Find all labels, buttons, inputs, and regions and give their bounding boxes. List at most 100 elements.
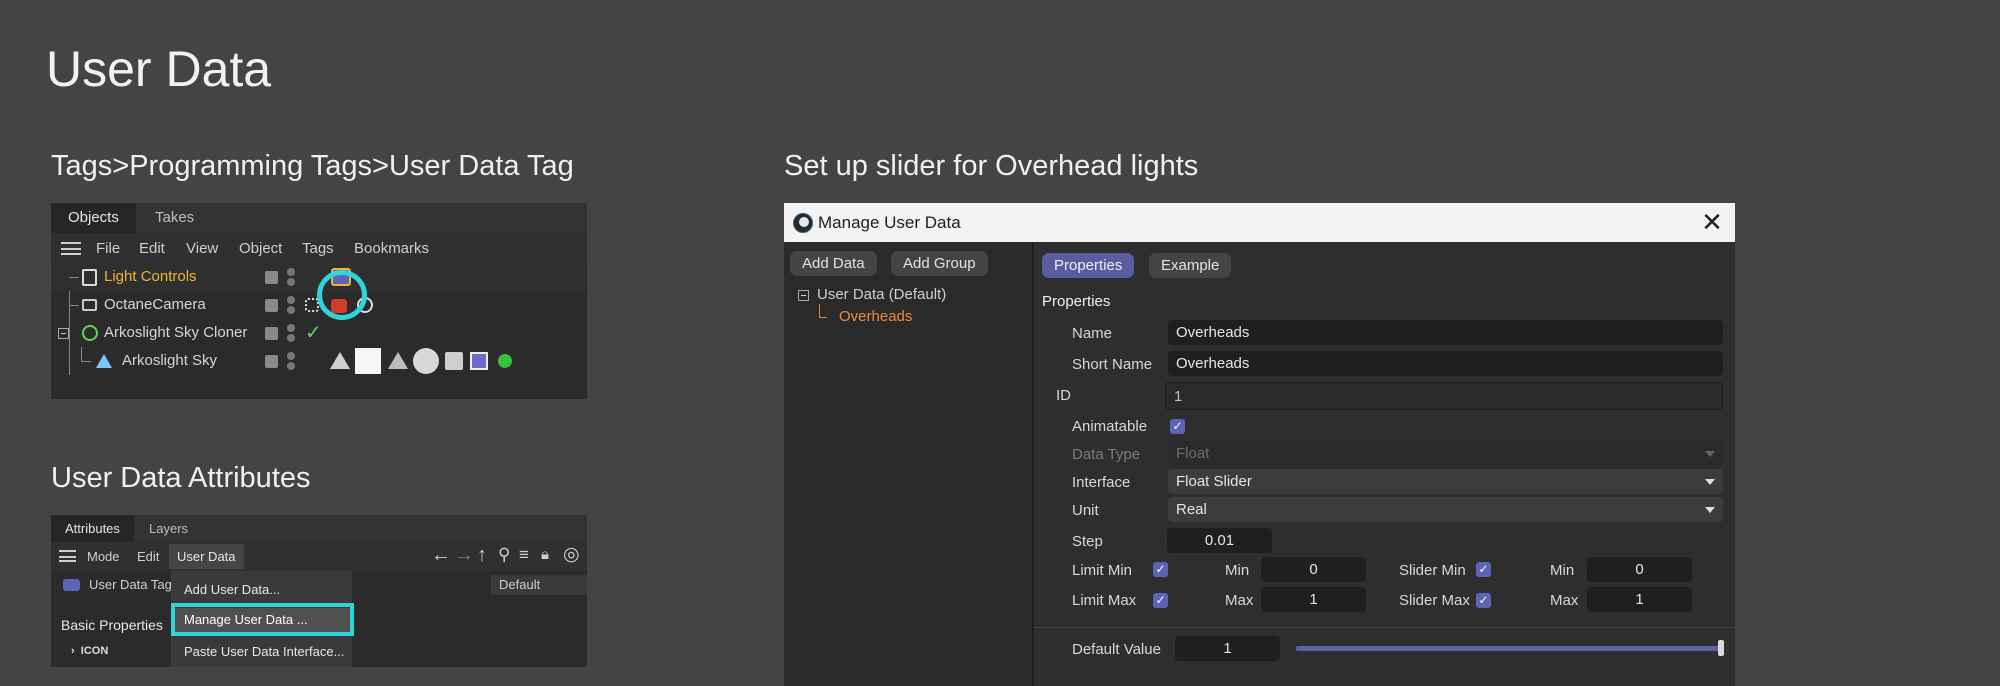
tab-example[interactable]: Example: [1149, 253, 1232, 278]
visibility-toggle-icon[interactable]: [265, 355, 278, 368]
null-object-icon: [82, 269, 97, 286]
tree-item-overheads[interactable]: Overheads: [839, 308, 912, 325]
target-icon[interactable]: ◎: [563, 543, 580, 566]
slider-max-checkbox[interactable]: ✓: [1476, 593, 1491, 608]
tree-item-user-data-root[interactable]: User Data (Default): [817, 286, 946, 303]
tab-layers[interactable]: Layers: [135, 515, 202, 542]
slider-min-min-label: Min: [1550, 562, 1575, 579]
section-title-slider: Set up slider for Overhead lights: [784, 150, 1199, 182]
cinema4d-logo-icon: [793, 213, 813, 233]
animatable-label: Animatable: [1072, 418, 1148, 435]
slider-min-checkbox[interactable]: ✓: [1476, 562, 1491, 577]
forward-arrow-icon[interactable]: →: [454, 544, 474, 567]
material-sphere-icon[interactable]: [413, 348, 439, 374]
menu-mode[interactable]: Mode: [87, 549, 120, 564]
tab-properties[interactable]: Properties: [1042, 253, 1135, 278]
texture-tag-icon[interactable]: [445, 352, 463, 370]
data-type-label: Data Type: [1072, 446, 1141, 463]
menu-edit[interactable]: Edit: [137, 549, 159, 564]
object-label: OctaneCamera: [104, 296, 206, 313]
dialog-title: Manage User Data: [818, 213, 961, 232]
lock-icon[interactable]: 🔒︎: [541, 546, 549, 563]
default-value-slider[interactable]: [1296, 640, 1724, 656]
menu-bookmarks[interactable]: Bookmarks: [354, 240, 429, 257]
properties-heading: Properties: [1042, 293, 1111, 310]
material-tag-icon[interactable]: [330, 352, 350, 369]
tab-takes[interactable]: Takes: [138, 203, 211, 233]
object-row-arkoslight-sky-cloner[interactable]: Arkoslight Sky Cloner ✓: [51, 319, 587, 347]
hamburger-menu-icon[interactable]: [59, 550, 76, 562]
chevron-right-icon: ›: [71, 645, 75, 657]
texture-tag-icon[interactable]: [470, 352, 488, 370]
menu-tags[interactable]: Tags: [302, 240, 334, 257]
basic-properties-label[interactable]: Basic Properties: [61, 617, 163, 633]
object-label: Arkoslight Sky Cloner: [104, 324, 248, 341]
collapse-icon[interactable]: [58, 328, 69, 339]
menu-edit[interactable]: Edit: [139, 240, 165, 257]
visibility-toggle-icon[interactable]: [265, 327, 278, 340]
material-tag-icon[interactable]: [355, 348, 381, 374]
render-dots-icon[interactable]: [287, 352, 295, 370]
filter-icon[interactable]: ≡: [519, 545, 529, 565]
hamburger-menu-icon[interactable]: [61, 242, 81, 255]
back-arrow-icon[interactable]: ←: [431, 544, 451, 567]
render-dots-icon[interactable]: [287, 296, 295, 314]
name-label: Name: [1072, 325, 1113, 342]
collapse-icon[interactable]: [798, 290, 809, 301]
search-icon[interactable]: ⚲: [498, 545, 510, 565]
up-arrow-icon[interactable]: ↑: [477, 544, 487, 567]
menu-item-paste-user-data-interface[interactable]: Paste User Data Interface...: [184, 644, 344, 659]
default-value-field[interactable]: 1: [1175, 636, 1280, 661]
add-data-button[interactable]: Add Data: [790, 251, 877, 276]
enabled-check-icon[interactable]: ✓: [305, 319, 322, 347]
tree-branch: [81, 347, 82, 361]
material-tag-icon[interactable]: [388, 352, 408, 369]
slider-max-field[interactable]: 1: [1587, 587, 1692, 612]
render-dots-icon[interactable]: [287, 268, 295, 286]
mode-selector[interactable]: Default: [491, 575, 587, 595]
unit-select[interactable]: Real: [1168, 497, 1723, 522]
tab-objects[interactable]: Objects: [51, 203, 136, 233]
objects-menubar: File Edit View Object Tags Bookmarks: [51, 233, 587, 263]
attributes-tab-bar: Attributes Layers: [51, 515, 587, 542]
icon-section-label[interactable]: › ICON: [71, 645, 108, 657]
objects-tab-bar: Objects Takes: [51, 203, 587, 233]
attributes-panel: Attributes Layers Mode Edit User Data ← …: [51, 515, 587, 667]
limit-min-label: Limit Min: [1072, 562, 1133, 579]
interface-select[interactable]: Float Slider: [1168, 469, 1723, 494]
menu-user-data[interactable]: User Data: [169, 544, 244, 569]
animatable-checkbox[interactable]: ✓: [1170, 419, 1185, 434]
close-icon[interactable]: ✕: [1697, 207, 1727, 237]
menu-object[interactable]: Object: [239, 240, 282, 257]
slide-title: User Data: [46, 41, 272, 97]
data-type-select: Float: [1168, 441, 1723, 466]
limit-min-field[interactable]: 0: [1261, 557, 1366, 582]
step-field[interactable]: 0.01: [1167, 528, 1272, 553]
dialog-titlebar: Manage User Data ✕: [784, 203, 1735, 242]
add-group-button[interactable]: Add Group: [891, 251, 988, 276]
attributes-menubar: Mode Edit User Data ← → ↑ ⚲ ≡ 🔒︎ ◎: [51, 542, 587, 571]
visibility-toggle-icon[interactable]: [265, 299, 278, 312]
limit-max-field[interactable]: 1: [1261, 587, 1366, 612]
light-tag-icon[interactable]: [498, 354, 512, 368]
limit-max-checkbox[interactable]: ✓: [1153, 593, 1168, 608]
slider-min-label: Slider Min: [1399, 562, 1466, 579]
short-name-field[interactable]: Overheads: [1168, 351, 1723, 376]
menu-file[interactable]: File: [96, 240, 120, 257]
menu-view[interactable]: View: [186, 240, 218, 257]
interface-value: Float Slider: [1176, 473, 1252, 490]
slider-min-field[interactable]: 0: [1587, 557, 1692, 582]
user-data-tree-pane: Add Data Add Group User Data (Default) O…: [784, 242, 1034, 686]
visibility-toggle-icon[interactable]: [265, 271, 278, 284]
menu-item-add-user-data[interactable]: Add User Data...: [184, 582, 280, 597]
chevron-down-icon: [1705, 507, 1715, 513]
highlight-ring: [317, 270, 367, 320]
limit-min-checkbox[interactable]: ✓: [1153, 562, 1168, 577]
icon-label: ICON: [80, 645, 109, 657]
name-field[interactable]: Overheads: [1168, 320, 1723, 345]
render-dots-icon[interactable]: [287, 324, 295, 342]
tab-attributes[interactable]: Attributes: [51, 515, 134, 542]
slider-knob[interactable]: [1718, 640, 1724, 656]
slider-max-max-label: Max: [1550, 592, 1579, 609]
object-row-arkoslight-sky[interactable]: Arkoslight Sky: [51, 347, 587, 375]
